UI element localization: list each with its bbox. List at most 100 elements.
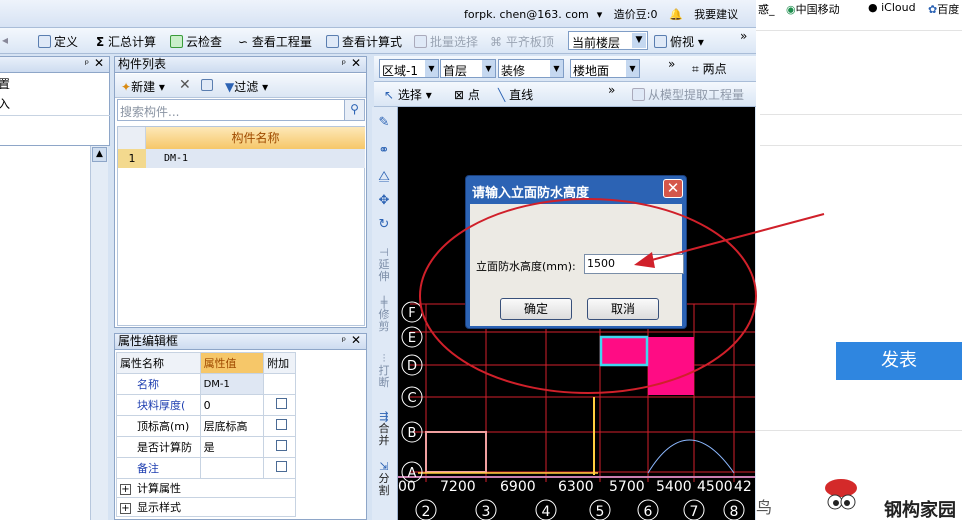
group-row[interactable]: + 显示样式 xyxy=(116,497,296,517)
point-button[interactable]: ⊠ 点 xyxy=(454,86,480,103)
floor-select[interactable]: 当前楼层 ▼ xyxy=(568,31,648,50)
select-button[interactable]: ↖ 选择 ▾ xyxy=(384,86,432,103)
divider xyxy=(756,30,962,31)
component-table: 构件名称 1 DM-1 xyxy=(117,126,365,326)
search-icon[interactable]: ⚲ xyxy=(344,100,364,120)
calc-button[interactable]: Σ 汇总计算 xyxy=(96,33,156,50)
bookmark[interactable]: ◉中国移动 xyxy=(786,1,840,17)
nav-item[interactable]: 入 xyxy=(0,95,10,112)
component-list-title: 构件列表 ᵖ ✕ xyxy=(115,56,366,73)
checkbox[interactable] xyxy=(275,398,287,409)
cube-icon xyxy=(654,35,667,48)
expand-icon[interactable]: + xyxy=(120,484,131,495)
view-dropdown[interactable]: 俯视 ▾ xyxy=(654,33,704,50)
height-label: 立面防水高度(mm): xyxy=(476,260,576,273)
more-icon[interactable]: » xyxy=(668,57,675,71)
table-row[interactable]: DM-1 xyxy=(146,149,365,168)
point-icon: ⊠ xyxy=(454,88,465,102)
expand-icon[interactable]: + xyxy=(120,503,131,514)
split-button[interactable]: ⇲ 分割 xyxy=(376,461,392,497)
divider xyxy=(760,114,962,115)
flip-icon[interactable]: ⧋ xyxy=(376,170,392,183)
extract-icon xyxy=(632,88,645,101)
bookmark[interactable]: ✿百度 xyxy=(928,1,959,17)
scroll-up-icon[interactable]: ▲ xyxy=(92,147,107,162)
extend-button[interactable]: ⊣ 延伸 xyxy=(376,247,392,283)
brush-icon[interactable]: ✎ xyxy=(376,116,392,129)
cancel-button[interactable]: 取消 xyxy=(587,298,659,320)
axis-label-e: E xyxy=(408,331,416,346)
new-component-button[interactable]: ✦新建 ▾ xyxy=(121,78,165,95)
define-button[interactable]: 定义 xyxy=(38,33,78,50)
break-button[interactable]: ⫶ 打断 xyxy=(376,353,392,389)
move-icon[interactable]: ✥ xyxy=(376,194,392,207)
table-row[interactable]: 顶标高(m) 层底标高 xyxy=(116,415,296,437)
dropdown-icon[interactable]: ▾ xyxy=(597,8,603,21)
axis-label-2: 2 xyxy=(422,504,431,520)
bell-icon[interactable]: 🔔 xyxy=(669,8,683,21)
cloud-check-button[interactable]: 云检查 xyxy=(170,33,222,50)
ok-button[interactable]: 确定 xyxy=(500,298,572,320)
post-button[interactable]: 发表 xyxy=(836,342,962,380)
chevron-down-icon: ▼ xyxy=(550,60,563,77)
pin-icon[interactable]: ᵖ xyxy=(342,334,346,349)
close-icon[interactable]: ✕ xyxy=(351,56,361,71)
dimension-label: 5700 xyxy=(609,479,645,495)
copy-icon[interactable] xyxy=(201,78,216,92)
level-select[interactable]: 首层 ▼ xyxy=(440,59,496,78)
waterproof-height-dialog: 请输入立面防水高度 ✕ 立面防水高度(mm): 1500 确定 取消 xyxy=(465,175,687,329)
filter-button[interactable]: ▼过滤 ▾ xyxy=(225,78,268,95)
line-button[interactable]: ╲ 直线 xyxy=(498,86,533,103)
checkbox[interactable] xyxy=(275,440,287,451)
toolbar-arrow-icon[interactable]: ◂ xyxy=(2,33,8,47)
region-select[interactable]: 区域-1 ▼ xyxy=(379,59,439,78)
category-select[interactable]: 装修 ▼ xyxy=(498,59,564,78)
checkbox[interactable] xyxy=(275,419,287,430)
crosshair-icon: ⌗ xyxy=(692,62,699,76)
pin-icon[interactable]: ᵖ xyxy=(342,57,346,72)
height-input[interactable]: 1500 xyxy=(584,254,684,274)
bookmark[interactable]: ● iCloud xyxy=(868,1,916,14)
china-mobile-icon: ◉ xyxy=(786,3,796,16)
flush-slab-button[interactable]: ⌘ 平齐板顶 xyxy=(490,33,554,50)
column-header-name[interactable]: 构件名称 xyxy=(146,127,365,149)
suggest-link[interactable]: 我要建议 xyxy=(694,8,738,21)
bookmark[interactable]: 惑_ xyxy=(758,1,775,17)
merge-button[interactable]: ⇶ 合并 xyxy=(376,411,392,447)
group-row[interactable]: + 计算属性 xyxy=(116,478,296,498)
component-search-input[interactable]: 搜索构件... ⚲ xyxy=(117,99,365,121)
more-icon[interactable]: » xyxy=(740,29,747,43)
more-icon[interactable]: » xyxy=(608,83,615,97)
view-formula-button[interactable]: 查看计算式 xyxy=(326,33,402,50)
close-icon[interactable]: ✕ xyxy=(351,333,361,348)
two-point-button[interactable]: ⌗ 两点 xyxy=(692,60,727,77)
vertical-edit-toolbar: ✎ ⚭ ⧋ ✥ ↻ ⊣ 延伸 ╪ 修剪 ⫶ 打断 ⇶ 合并 ⇲ 分割 xyxy=(372,107,398,520)
property-table: 属性名称 属性值 附加 名称 DM-1 块料厚度( 0 顶标高(m) 层底标高 … xyxy=(116,352,296,517)
close-icon[interactable]: ✕ xyxy=(663,179,683,198)
trim-button[interactable]: ╪ 修剪 xyxy=(376,297,392,333)
pin-icon[interactable]: ᵖ xyxy=(85,57,89,72)
gcl-app-window: forpk. chen@163. com ▾ 造价豆:0 🔔 我要建议 ◂ 定义 … xyxy=(0,0,756,520)
delete-icon[interactable]: ✕ xyxy=(179,77,191,93)
rotate-icon[interactable]: ↻ xyxy=(376,218,392,231)
batch-select-button[interactable]: 批量选择 xyxy=(414,33,478,50)
table-row[interactable]: 备注 xyxy=(116,457,296,479)
axis-label-5: 5 xyxy=(596,504,605,520)
left-scrollbar[interactable]: ▲ xyxy=(90,146,108,520)
table-row[interactable]: 名称 DM-1 xyxy=(116,373,296,395)
selected-floor-area[interactable] xyxy=(599,335,649,367)
close-icon[interactable]: ✕ xyxy=(94,56,104,71)
table-row[interactable]: 是否计算防 是 xyxy=(116,436,296,458)
axis-label-4: 4 xyxy=(542,504,551,520)
view-quantity-button[interactable]: ∽ 查看工程量 xyxy=(238,33,312,50)
row-index[interactable]: 1 xyxy=(118,149,146,168)
account-email[interactable]: forpk. chen@163. com xyxy=(464,8,589,21)
nav-item[interactable]: 置 xyxy=(0,75,10,92)
table-row[interactable]: 块料厚度( 0 xyxy=(116,394,296,416)
type-select[interactable]: 楼地面 ▼ xyxy=(570,59,640,78)
mirror-icon[interactable]: ⚭ xyxy=(376,144,392,157)
extract-quantity-button[interactable]: 从模型提取工程量 xyxy=(632,86,744,103)
floor-area[interactable] xyxy=(648,337,694,395)
checkbox[interactable] xyxy=(275,461,287,472)
dimension-label: 6900 xyxy=(500,479,536,495)
